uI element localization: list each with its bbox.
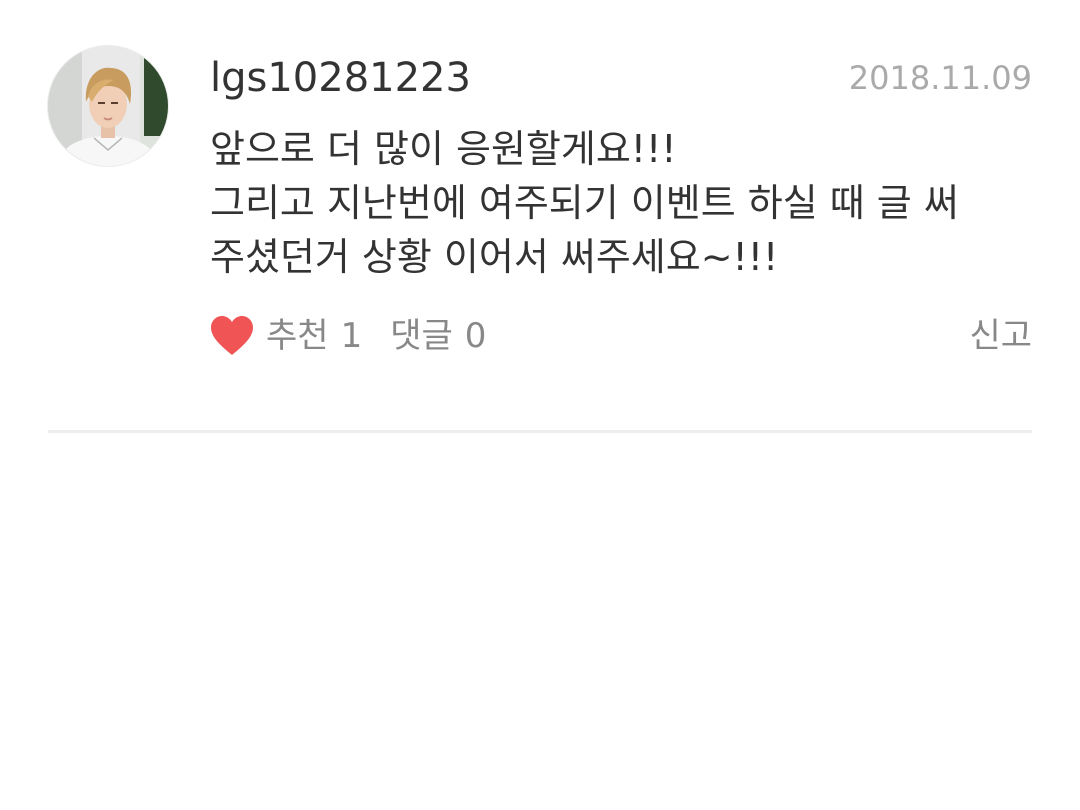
comment-body-line: 앞으로 더 많이 응원할게요!!! [210, 127, 677, 171]
comment-body-line: 그리고 지난번에 여주되기 이벤트 하실 때 글 써 [210, 181, 959, 225]
username[interactable]: lgs10281223 [210, 52, 471, 104]
avatar-image [48, 46, 168, 166]
comment-actions: 추천 1 댓글 0 [210, 308, 486, 364]
comment-item: lgs10281223 2018.11.09 앞으로 더 많이 응원할게요!!!… [48, 46, 1032, 432]
comment-body: 앞으로 더 많이 응원할게요!!! 그리고 지난번에 여주되기 이벤트 하실 때… [210, 122, 1032, 284]
reply-label: 댓글 [390, 316, 453, 356]
comment-body-line: 주셨던거 상황 이어서 써주세요~!!! [210, 235, 779, 279]
reply-count: 0 [464, 316, 487, 356]
report-button[interactable]: 신고 [969, 308, 1032, 364]
reply-button[interactable]: 댓글 0 [390, 308, 486, 364]
like-button[interactable]: 추천 1 [210, 308, 362, 364]
divider [48, 430, 1032, 433]
heart-icon [211, 316, 253, 355]
like-label: 추천 [266, 316, 329, 356]
avatar[interactable] [48, 46, 168, 166]
like-count: 1 [340, 316, 363, 356]
comment-date: 2018.11.09 [848, 59, 1032, 97]
